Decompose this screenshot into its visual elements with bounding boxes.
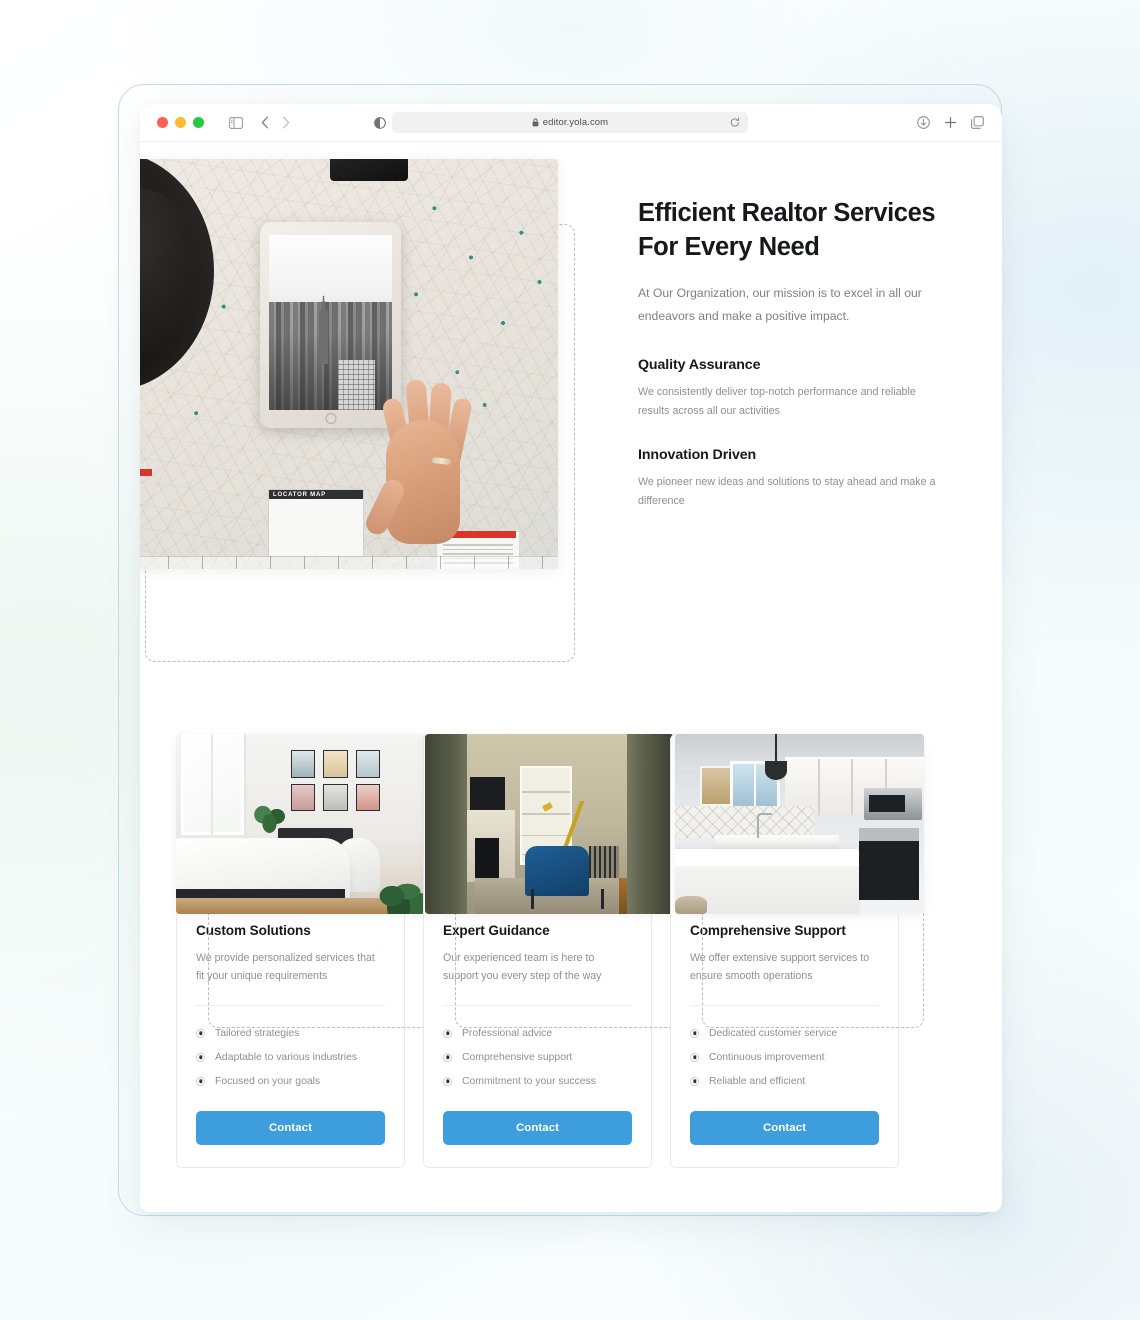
card-description: We offer extensive support services to e… (690, 952, 870, 983)
card-title: Expert Guidance (443, 923, 550, 938)
hand-object (362, 374, 484, 569)
chevron-right-icon[interactable] (282, 116, 290, 129)
list-item-label: Continuous improvement (709, 1051, 825, 1063)
download-icon[interactable] (917, 116, 930, 129)
bullet-icon (443, 1028, 452, 1038)
card-divider (196, 1005, 385, 1007)
hero-image[interactable]: LOCATOR MAP (140, 159, 558, 569)
hero-feature-innovation-driven: Innovation Driven We pioneer new ideas a… (638, 447, 938, 511)
sidebar-toggle-icon[interactable] (229, 116, 243, 129)
list-item-label: Focused on your goals (215, 1075, 321, 1087)
list-item: Commitment to your success (443, 1069, 632, 1093)
hero-feature-title: Quality Assurance (638, 356, 761, 373)
card-feature-list: Dedicated customer service Continuous im… (690, 1021, 879, 1093)
card-description: We provide personalized services that fi… (196, 952, 375, 983)
browser-toolbar: editor.yola.com (140, 104, 1002, 142)
contact-button[interactable]: Contact (443, 1111, 632, 1146)
bullet-icon (690, 1076, 699, 1086)
list-item: Professional advice (443, 1021, 632, 1045)
list-item-label: Comprehensive support (462, 1051, 573, 1063)
card-title: Custom Solutions (196, 923, 311, 938)
hero-heading: Efficient Realtor Services For Every Nee… (638, 199, 936, 261)
plus-icon[interactable] (944, 116, 957, 129)
service-cards-section: Custom Solutions We provide personalized… (140, 734, 1002, 1169)
list-item-label: Tailored strategies (215, 1027, 300, 1039)
minimize-window-button[interactable] (175, 117, 186, 128)
list-item: Comprehensive support (443, 1045, 632, 1069)
card-feature-list: Professional advice Comprehensive suppor… (443, 1021, 632, 1093)
list-item: Dedicated customer service (690, 1021, 879, 1045)
card-image[interactable] (176, 734, 425, 914)
bullet-icon (443, 1076, 452, 1086)
hero-feature-text: We consistently deliver top-notch perfor… (638, 385, 916, 417)
camera-object (330, 159, 408, 181)
tablet-home-button (325, 413, 336, 424)
card-image[interactable] (425, 734, 674, 914)
locator-map-inset: LOCATOR MAP (268, 489, 364, 557)
close-window-button[interactable] (157, 117, 168, 128)
contact-button[interactable]: Contact (196, 1111, 385, 1146)
card-title: Comprehensive Support (690, 923, 846, 938)
website-canvas: LOCATOR MAP Efficient Realtor Services F… (140, 142, 1002, 1212)
reload-icon[interactable] (730, 117, 740, 128)
list-item-label: Professional advice (462, 1027, 553, 1039)
list-item-label: Adaptable to various industries (215, 1051, 358, 1063)
bullet-icon (443, 1052, 452, 1062)
card-feature-list: Tailored strategies Adaptable to various… (196, 1021, 385, 1093)
service-card: Custom Solutions We provide personalized… (176, 734, 430, 1169)
map-ruler-scale (140, 556, 558, 569)
card-image[interactable] (675, 734, 924, 914)
card-divider (690, 1005, 879, 1007)
hero-feature-quality-assurance: Quality Assurance We consistently delive… (638, 357, 938, 421)
list-item-label: Commitment to your success (462, 1075, 596, 1087)
contact-button[interactable]: Contact (690, 1111, 879, 1146)
list-item-label: Reliable and efficient (709, 1075, 806, 1087)
url-text: editor.yola.com (542, 117, 609, 128)
window-traffic-lights (157, 117, 204, 128)
list-item: Focused on your goals (196, 1069, 385, 1093)
bullet-icon (690, 1052, 699, 1062)
hero-section: LOCATOR MAP Efficient Realtor Services F… (140, 142, 1002, 672)
bullet-icon (196, 1052, 205, 1062)
list-item: Tailored strategies (196, 1021, 385, 1045)
hero-subtitle: At Our Organization, our mission is to e… (638, 286, 922, 323)
bullet-icon (196, 1028, 205, 1038)
chevron-left-icon[interactable] (261, 116, 269, 129)
card-description: Our experienced team is here to support … (443, 952, 602, 983)
reader-view-icon[interactable] (374, 116, 386, 129)
lock-icon (532, 118, 539, 127)
service-card: Comprehensive Support We offer extensive… (670, 734, 924, 1169)
list-item-label: Dedicated customer service (709, 1027, 838, 1039)
list-item: Reliable and efficient (690, 1069, 879, 1093)
bullet-icon (196, 1076, 205, 1086)
list-item: Continuous improvement (690, 1045, 879, 1069)
toolbar-right-actions (917, 116, 984, 129)
hero-feature-title: Innovation Driven (638, 446, 757, 463)
hero-feature-text: We pioneer new ideas and solutions to st… (638, 475, 936, 507)
locator-map-label: LOCATOR MAP (269, 490, 363, 499)
hero-text-block: Efficient Realtor Services For Every Nee… (638, 197, 938, 511)
card-divider (443, 1005, 632, 1007)
list-item: Adaptable to various industries (196, 1045, 385, 1069)
service-card: Expert Guidance Our experienced team is … (423, 734, 677, 1169)
map-red-strip-left (140, 469, 152, 476)
maximize-window-button[interactable] (193, 117, 204, 128)
bullet-icon (690, 1028, 699, 1038)
tab-overview-icon[interactable] (971, 116, 984, 129)
browser-window: editor.yola.com LOCATOR MAP Efficient Re… (140, 104, 1002, 1212)
address-bar[interactable]: editor.yola.com (392, 112, 748, 133)
